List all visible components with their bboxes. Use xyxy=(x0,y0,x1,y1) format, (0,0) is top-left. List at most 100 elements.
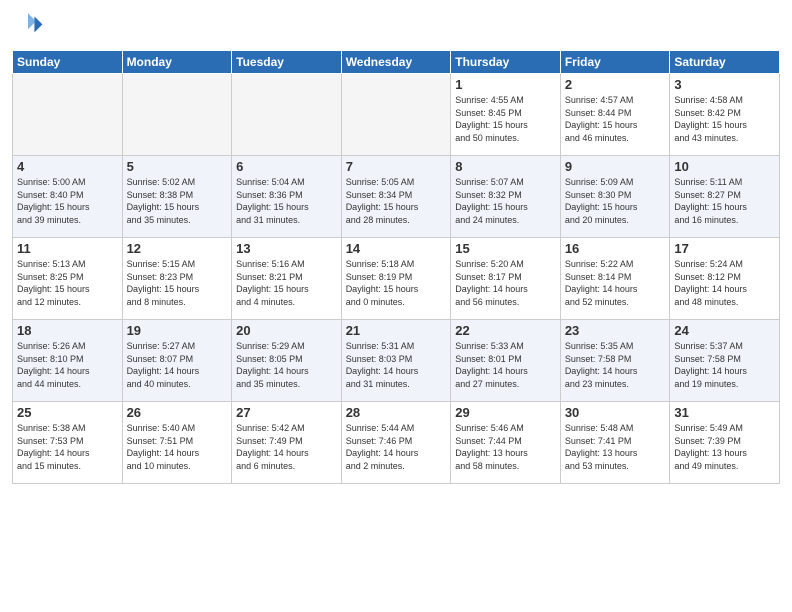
calendar-week-row: 25Sunrise: 5:38 AM Sunset: 7:53 PM Dayli… xyxy=(13,402,780,484)
calendar-cell: 27 Sunrise: 5:42 AM Sunset: 7:49 PM Dayli… xyxy=(232,402,342,484)
day-number: 13 xyxy=(236,241,337,256)
day-number: 12 xyxy=(127,241,228,256)
calendar-cell: 28 Sunrise: 5:44 AM Sunset: 7:46 PM Dayli… xyxy=(341,402,451,484)
calendar-cell: 12 Sunrise: 5:15 AM Sunset: 8:23 PM Dayli… xyxy=(122,238,232,320)
logo xyxy=(12,10,48,42)
day-info: Sunrise: 5:00 AM Sunset: 8:40 PM Dayligh… xyxy=(17,176,118,226)
day-number: 3 xyxy=(674,77,775,92)
calendar-cell: 22 Sunrise: 5:33 AM Sunset: 8:01 PM Dayli… xyxy=(451,320,561,402)
day-number: 17 xyxy=(674,241,775,256)
calendar-week-row: 18Sunrise: 5:26 AM Sunset: 8:10 PM Dayli… xyxy=(13,320,780,402)
calendar-cell: 3 Sunrise: 4:58 AM Sunset: 8:42 PM Daylig… xyxy=(670,74,780,156)
day-number: 8 xyxy=(455,159,556,174)
calendar-cell xyxy=(341,74,451,156)
weekday-header: Wednesday xyxy=(341,51,451,74)
calendar-cell: 1 Sunrise: 4:55 AM Sunset: 8:45 PM Daylig… xyxy=(451,74,561,156)
day-info: Sunrise: 4:58 AM Sunset: 8:42 PM Dayligh… xyxy=(674,94,775,144)
calendar-cell: 4 Sunrise: 5:00 AM Sunset: 8:40 PM Daylig… xyxy=(13,156,123,238)
calendar-week-row: 4 Sunrise: 5:00 AM Sunset: 8:40 PM Daylig… xyxy=(13,156,780,238)
day-info: Sunrise: 4:55 AM Sunset: 8:45 PM Dayligh… xyxy=(455,94,556,144)
calendar-cell: 6 Sunrise: 5:04 AM Sunset: 8:36 PM Daylig… xyxy=(232,156,342,238)
weekday-header: Saturday xyxy=(670,51,780,74)
calendar-cell: 30Sunrise: 5:48 AM Sunset: 7:41 PM Dayli… xyxy=(560,402,670,484)
day-number: 22 xyxy=(455,323,556,338)
day-info: Sunrise: 5:15 AM Sunset: 8:23 PM Dayligh… xyxy=(127,258,228,308)
calendar-header-row: SundayMondayTuesdayWednesdayThursdayFrid… xyxy=(13,51,780,74)
day-number: 19 xyxy=(127,323,228,338)
day-info: Sunrise: 5:27 AM Sunset: 8:07 PM Dayligh… xyxy=(127,340,228,390)
calendar-cell: 26Sunrise: 5:40 AM Sunset: 7:51 PM Dayli… xyxy=(122,402,232,484)
logo-icon xyxy=(12,10,44,42)
weekday-header: Sunday xyxy=(13,51,123,74)
calendar-week-row: 11 Sunrise: 5:13 AM Sunset: 8:25 PM Dayli… xyxy=(13,238,780,320)
calendar-cell: 13 Sunrise: 5:16 AM Sunset: 8:21 PM Dayli… xyxy=(232,238,342,320)
day-info: Sunrise: 5:11 AM Sunset: 8:27 PM Dayligh… xyxy=(674,176,775,226)
calendar-cell: 19 Sunrise: 5:27 AM Sunset: 8:07 PM Dayli… xyxy=(122,320,232,402)
calendar-cell: 7Sunrise: 5:05 AM Sunset: 8:34 PM Daylig… xyxy=(341,156,451,238)
day-number: 25 xyxy=(17,405,118,420)
day-info: Sunrise: 4:57 AM Sunset: 8:44 PM Dayligh… xyxy=(565,94,666,144)
day-info: Sunrise: 5:48 AM Sunset: 7:41 PM Dayligh… xyxy=(565,422,666,472)
day-info: Sunrise: 5:13 AM Sunset: 8:25 PM Dayligh… xyxy=(17,258,118,308)
day-number: 15 xyxy=(455,241,556,256)
day-info: Sunrise: 5:04 AM Sunset: 8:36 PM Dayligh… xyxy=(236,176,337,226)
day-info: Sunrise: 5:40 AM Sunset: 7:51 PM Dayligh… xyxy=(127,422,228,472)
calendar-cell: 17 Sunrise: 5:24 AM Sunset: 8:12 PM Dayli… xyxy=(670,238,780,320)
calendar-cell: 25Sunrise: 5:38 AM Sunset: 7:53 PM Dayli… xyxy=(13,402,123,484)
day-info: Sunrise: 5:42 AM Sunset: 7:49 PM Dayligh… xyxy=(236,422,337,472)
day-number: 14 xyxy=(346,241,447,256)
calendar-cell: 16Sunrise: 5:22 AM Sunset: 8:14 PM Dayli… xyxy=(560,238,670,320)
day-number: 29 xyxy=(455,405,556,420)
day-number: 10 xyxy=(674,159,775,174)
calendar-cell: 8Sunrise: 5:07 AM Sunset: 8:32 PM Daylig… xyxy=(451,156,561,238)
day-info: Sunrise: 5:33 AM Sunset: 8:01 PM Dayligh… xyxy=(455,340,556,390)
calendar-cell: 20 Sunrise: 5:29 AM Sunset: 8:05 PM Dayli… xyxy=(232,320,342,402)
day-number: 2 xyxy=(565,77,666,92)
day-number: 21 xyxy=(346,323,447,338)
weekday-header: Thursday xyxy=(451,51,561,74)
calendar-cell xyxy=(232,74,342,156)
day-number: 24 xyxy=(674,323,775,338)
calendar-cell: 15 Sunrise: 5:20 AM Sunset: 8:17 PM Dayli… xyxy=(451,238,561,320)
calendar-cell: 21 Sunrise: 5:31 AM Sunset: 8:03 PM Dayli… xyxy=(341,320,451,402)
day-number: 28 xyxy=(346,405,447,420)
day-number: 4 xyxy=(17,159,118,174)
calendar-table: SundayMondayTuesdayWednesdayThursdayFrid… xyxy=(12,50,780,484)
weekday-header: Monday xyxy=(122,51,232,74)
calendar-cell: 5Sunrise: 5:02 AM Sunset: 8:38 PM Daylig… xyxy=(122,156,232,238)
day-info: Sunrise: 5:44 AM Sunset: 7:46 PM Dayligh… xyxy=(346,422,447,472)
day-info: Sunrise: 5:35 AM Sunset: 7:58 PM Dayligh… xyxy=(565,340,666,390)
day-info: Sunrise: 5:16 AM Sunset: 8:21 PM Dayligh… xyxy=(236,258,337,308)
day-info: Sunrise: 5:49 AM Sunset: 7:39 PM Dayligh… xyxy=(674,422,775,472)
calendar-cell: 14Sunrise: 5:18 AM Sunset: 8:19 PM Dayli… xyxy=(341,238,451,320)
calendar-cell: 29 Sunrise: 5:46 AM Sunset: 7:44 PM Dayli… xyxy=(451,402,561,484)
calendar-cell: 31 Sunrise: 5:49 AM Sunset: 7:39 PM Dayli… xyxy=(670,402,780,484)
day-info: Sunrise: 5:31 AM Sunset: 8:03 PM Dayligh… xyxy=(346,340,447,390)
day-info: Sunrise: 5:46 AM Sunset: 7:44 PM Dayligh… xyxy=(455,422,556,472)
day-number: 23 xyxy=(565,323,666,338)
calendar-cell xyxy=(122,74,232,156)
calendar-cell: 18Sunrise: 5:26 AM Sunset: 8:10 PM Dayli… xyxy=(13,320,123,402)
day-number: 1 xyxy=(455,77,556,92)
weekday-header: Tuesday xyxy=(232,51,342,74)
calendar-cell: 10 Sunrise: 5:11 AM Sunset: 8:27 PM Dayli… xyxy=(670,156,780,238)
day-number: 27 xyxy=(236,405,337,420)
day-info: Sunrise: 5:09 AM Sunset: 8:30 PM Dayligh… xyxy=(565,176,666,226)
day-number: 6 xyxy=(236,159,337,174)
day-number: 31 xyxy=(674,405,775,420)
day-number: 20 xyxy=(236,323,337,338)
day-info: Sunrise: 5:29 AM Sunset: 8:05 PM Dayligh… xyxy=(236,340,337,390)
weekday-header: Friday xyxy=(560,51,670,74)
day-info: Sunrise: 5:05 AM Sunset: 8:34 PM Dayligh… xyxy=(346,176,447,226)
day-info: Sunrise: 5:24 AM Sunset: 8:12 PM Dayligh… xyxy=(674,258,775,308)
day-info: Sunrise: 5:37 AM Sunset: 7:58 PM Dayligh… xyxy=(674,340,775,390)
main-container: SundayMondayTuesdayWednesdayThursdayFrid… xyxy=(0,0,792,612)
calendar-week-row: 1 Sunrise: 4:55 AM Sunset: 8:45 PM Daylig… xyxy=(13,74,780,156)
day-number: 5 xyxy=(127,159,228,174)
day-info: Sunrise: 5:20 AM Sunset: 8:17 PM Dayligh… xyxy=(455,258,556,308)
day-info: Sunrise: 5:26 AM Sunset: 8:10 PM Dayligh… xyxy=(17,340,118,390)
calendar-cell: 11 Sunrise: 5:13 AM Sunset: 8:25 PM Dayli… xyxy=(13,238,123,320)
day-number: 11 xyxy=(17,241,118,256)
header xyxy=(12,10,780,42)
calendar-cell: 2 Sunrise: 4:57 AM Sunset: 8:44 PM Daylig… xyxy=(560,74,670,156)
